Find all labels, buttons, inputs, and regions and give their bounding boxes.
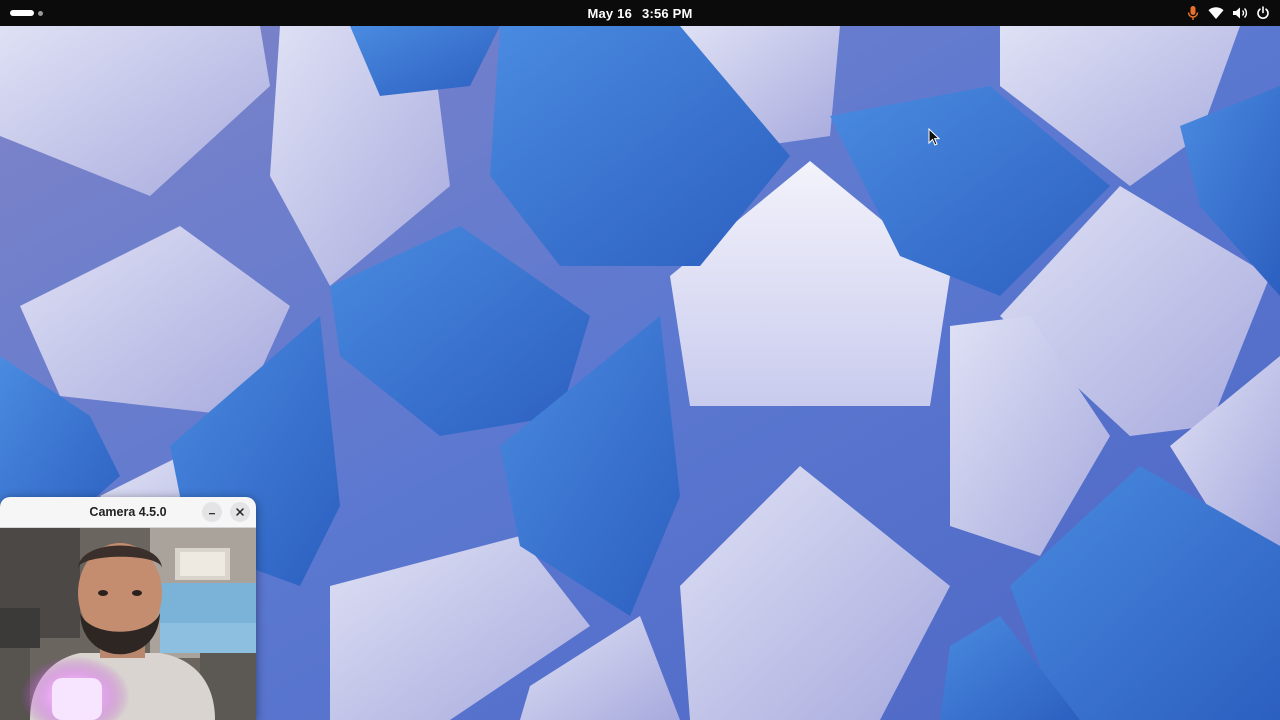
wifi-icon[interactable]	[1208, 6, 1224, 20]
activities-indicator[interactable]	[10, 6, 50, 20]
minimize-button[interactable]	[202, 502, 222, 522]
clock-date: May 16	[587, 5, 633, 21]
camera-window-titlebar[interactable]: Camera 4.5.0	[0, 497, 256, 528]
volume-icon[interactable]	[1232, 6, 1248, 20]
camera-window-title: Camera 4.5.0	[89, 505, 167, 519]
microphone-icon[interactable]	[1186, 5, 1200, 21]
camera-window[interactable]: Camera 4.5.0	[0, 497, 256, 720]
minimize-icon	[209, 513, 215, 515]
camera-video-feed	[0, 528, 256, 720]
workspace-dot[interactable]	[38, 10, 43, 16]
workspace-active-pill[interactable]	[10, 10, 34, 16]
power-icon[interactable]	[1256, 6, 1270, 20]
mouse-cursor-icon	[928, 128, 940, 146]
top-bar: May 16 3:56 PM	[0, 0, 1280, 26]
clock-time: 3:56 PM	[642, 5, 693, 21]
close-button[interactable]	[230, 502, 250, 522]
clock-button[interactable]: May 16 3:56 PM	[540, 0, 740, 26]
close-icon	[236, 508, 244, 516]
system-tray[interactable]	[1186, 0, 1270, 26]
